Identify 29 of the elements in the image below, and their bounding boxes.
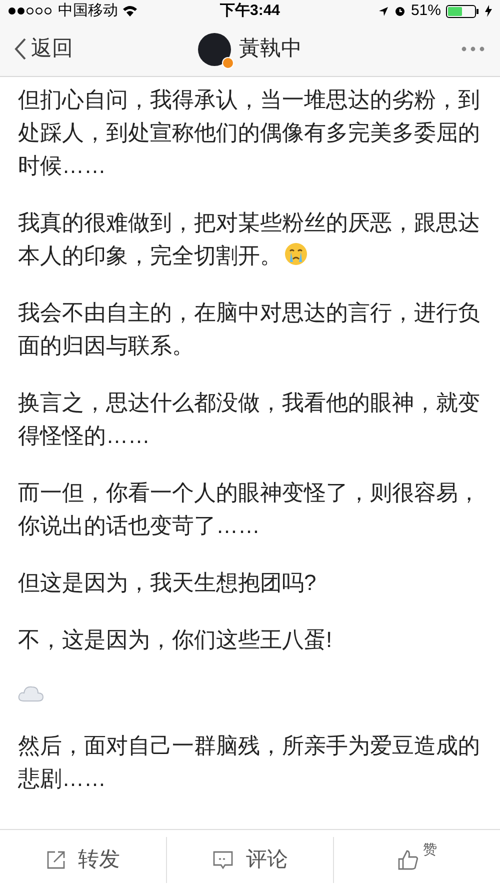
post-paragraph: 而一但，你看一个人的眼神变怪了，则很容易，你说出的话也变苛了…… (18, 479, 481, 540)
verified-badge (222, 56, 234, 68)
comment-icon (212, 848, 234, 870)
post-paragraph: 然后，面对自己一群脑残，所亲手为爱豆造成的悲剧…… (18, 732, 481, 793)
alarm-clock-icon (394, 5, 406, 17)
cloud-icon (18, 684, 44, 702)
share-button[interactable]: 转发 (0, 836, 167, 882)
post-paragraph: 我真的很难做到，把对某些粉丝的厌恶，跟思达本人的印象，完全切割开。 (18, 209, 481, 270)
signal-icon (8, 7, 54, 15)
post-paragraph: 我会不由自主的，在脑中对思达的言行，进行负面的归因与联系。 (18, 299, 481, 360)
clock-time: 下午3:44 (220, 0, 280, 21)
post-paragraph: 但扪心自问，我得承认，当一堆思达的劣粉，到处踩人，到处宣称他们的偶像有多完美多委屈的时候…… (18, 86, 481, 180)
carrier-name: 中国移动 (58, 0, 118, 21)
chevron-left-icon (14, 37, 27, 61)
post-paragraph: 换言之，思达什么都没做，我看他的眼神，就变得怪怪的…… (18, 389, 481, 450)
battery-percent: 51% (410, 0, 441, 21)
post-paragraph: 但这是因为，我天生想抱团吗? (18, 569, 318, 597)
charging-bolt-icon (485, 5, 492, 17)
avatar[interactable] (198, 32, 231, 66)
thumbs-up-icon (397, 848, 419, 870)
comment-button[interactable]: 评论 (167, 836, 334, 882)
back-link[interactable]: 返回 (14, 33, 134, 65)
like-button[interactable]: 赞 (334, 836, 500, 882)
post-paragraph: 不，这是因为，你们这些王八蛋! (18, 626, 334, 654)
share-icon (46, 850, 66, 870)
battery-icon (446, 4, 480, 18)
wifi-icon (122, 5, 138, 17)
location-arrow-icon (378, 6, 389, 16)
page-title: 黃執中 (239, 36, 302, 62)
